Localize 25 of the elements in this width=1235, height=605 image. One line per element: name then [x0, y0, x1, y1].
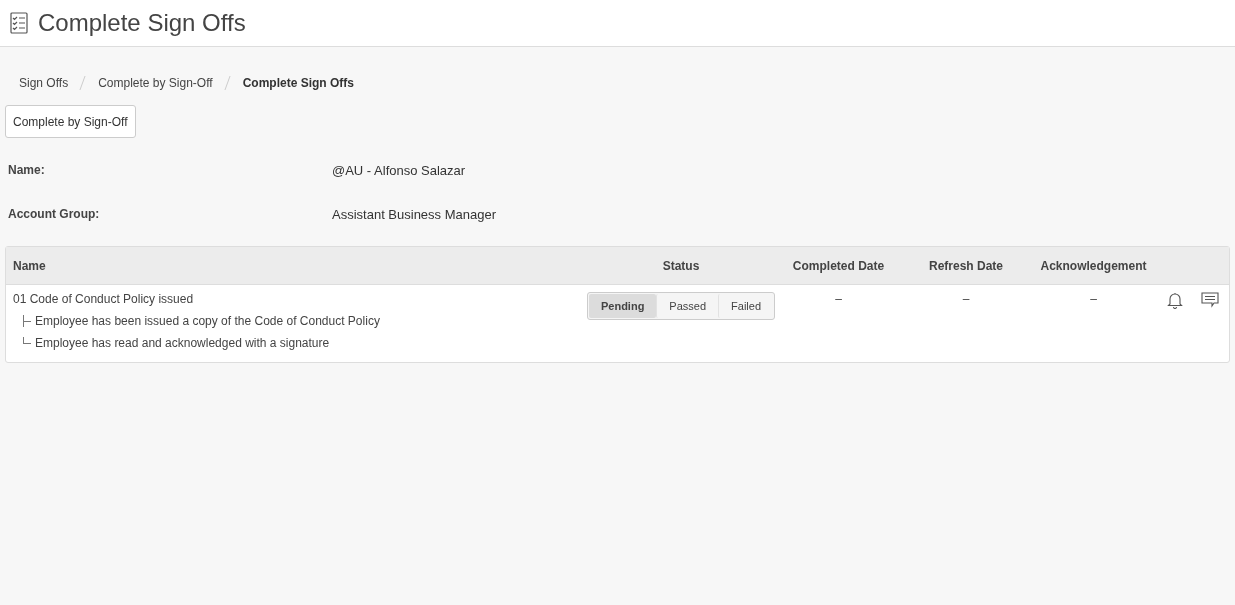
column-header: Name: [12, 258, 47, 273]
table-cell-text: –: [834, 292, 843, 306]
back-button[interactable]: Complete by Sign-Off: [5, 105, 136, 138]
table-cell-text: –: [1089, 292, 1098, 306]
field-value: @AU - Alfonso Salazar: [332, 162, 467, 178]
sub-item: Employee has read and acknowledged with a signature: [35, 336, 330, 350]
bell-icon[interactable]: [1167, 292, 1183, 309]
field-value: Assistant Business Manager: [332, 206, 498, 222]
column-header: Completed Date: [791, 258, 886, 273]
column-header: Status: [661, 258, 701, 273]
sub-item: Employee has been issued a copy of the Code of Conduct Policy: [35, 314, 380, 328]
status-option[interactable]: Pending: [588, 294, 657, 318]
column-header: Acknowledgement: [1039, 258, 1148, 273]
breadcrumb-current: Complete Sign Offs: [242, 76, 354, 90]
table-cell-text: –: [961, 292, 971, 306]
breadcrumb-link[interactable]: Complete by Sign-Off: [98, 76, 213, 90]
field-label: Account Group:: [8, 207, 101, 221]
breadcrumb-link[interactable]: Sign Offs: [19, 76, 69, 90]
table-cell-text: 01 Code of Conduct Policy issued: [13, 292, 195, 306]
page-title: Complete Sign Offs: [38, 9, 246, 37]
tree-line: [23, 337, 31, 344]
column-header: Refresh Date: [928, 258, 1004, 273]
comment-icon[interactable]: [1201, 292, 1219, 308]
field-label: Name:: [8, 163, 46, 177]
checklist-icon: [10, 12, 28, 34]
